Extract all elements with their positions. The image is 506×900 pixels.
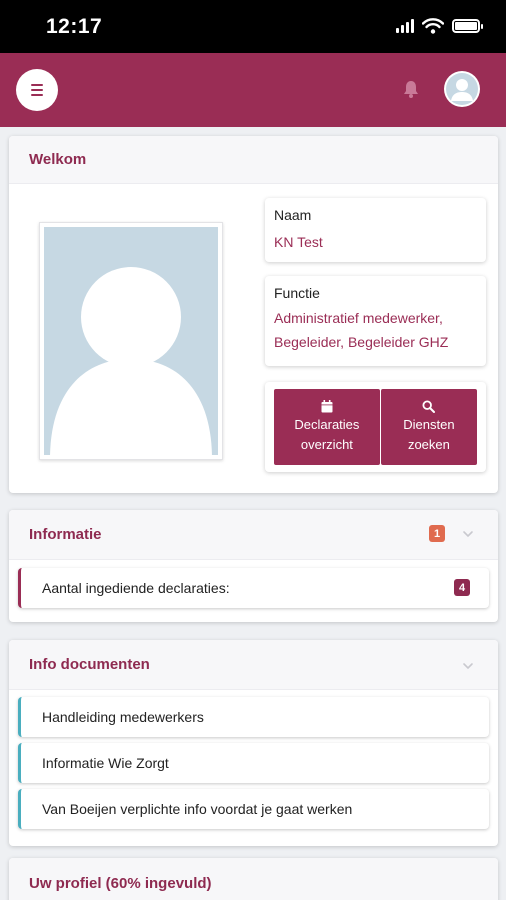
informatie-header[interactable]: Informatie 1 (9, 510, 498, 560)
informatie-title: Informatie (29, 526, 102, 543)
profile-card: Uw profiel (60% ingevuld) (9, 858, 498, 900)
profile-header[interactable]: Uw profiel (60% ingevuld) (9, 858, 498, 900)
name-value: KN Test (274, 234, 323, 250)
chevron-down-icon[interactable] (462, 528, 474, 540)
status-time: 12:17 (46, 15, 103, 38)
document-link[interactable]: Informatie Wie Zorgt (18, 743, 489, 783)
function-value-line1: Administratief medewerker, (274, 310, 443, 326)
name-box: Naam KN Test (265, 198, 486, 262)
declaraties-count-label: Aantal ingediende declaraties: (42, 580, 230, 596)
search-icon (422, 399, 436, 413)
document-label: Handleiding medewerkers (42, 709, 204, 725)
battery-icon (452, 19, 483, 33)
declaraties-count-badge: 4 (454, 579, 470, 596)
welcome-title: Welkom (9, 136, 498, 184)
user-avatar-icon[interactable] (444, 71, 480, 107)
document-link[interactable]: Handleiding medewerkers (18, 697, 489, 737)
function-value-line2: Begeleider, Begeleider GHZ (274, 334, 449, 350)
diensten-line2: zoeken (407, 436, 450, 452)
hamburger-menu-icon[interactable] (16, 69, 58, 111)
welcome-card: Welkom Naam KN Test Functie Administrati… (9, 136, 498, 493)
declaraties-overzicht-button[interactable]: Declaraties overzicht (274, 389, 380, 465)
declaraties-line2: overzicht (300, 436, 353, 452)
info-documenten-card: Info documenten Handleiding medewerkers … (9, 640, 498, 846)
declaraties-line1: Declaraties (294, 416, 360, 432)
bell-icon[interactable] (402, 79, 420, 99)
status-icons (396, 18, 483, 34)
informatie-badge: 1 (429, 525, 445, 542)
profile-title: Uw profiel (60% ingevuld) (29, 875, 212, 892)
status-bar: 12:17 (0, 0, 506, 53)
cellular-signal-icon (396, 19, 414, 33)
document-label: Van Boeijen verplichte info voordat je g… (42, 801, 353, 817)
action-buttons: Declaraties overzicht Diensten zoeken (265, 382, 486, 472)
document-label: Informatie Wie Zorgt (42, 755, 169, 771)
profile-photo (39, 222, 223, 460)
diensten-line1: Diensten (403, 416, 455, 432)
name-label: Naam (274, 207, 312, 223)
list-item[interactable]: Aantal ingediende declaraties: 4 (18, 568, 489, 608)
informatie-card: Informatie 1 Aantal ingediende declarati… (9, 510, 498, 622)
person-placeholder-icon (50, 267, 212, 455)
wifi-icon (422, 18, 444, 34)
chevron-down-icon[interactable] (462, 660, 474, 672)
document-link[interactable]: Van Boeijen verplichte info voordat je g… (18, 789, 489, 829)
info-documenten-header[interactable]: Info documenten (9, 640, 498, 690)
diensten-zoeken-button[interactable]: Diensten zoeken (380, 389, 477, 465)
function-box: Functie Administratief medewerker, Begel… (265, 276, 486, 366)
calendar-icon (321, 399, 333, 412)
info-documenten-title: Info documenten (29, 656, 150, 673)
app-header (0, 53, 506, 127)
function-label: Functie (274, 285, 320, 301)
